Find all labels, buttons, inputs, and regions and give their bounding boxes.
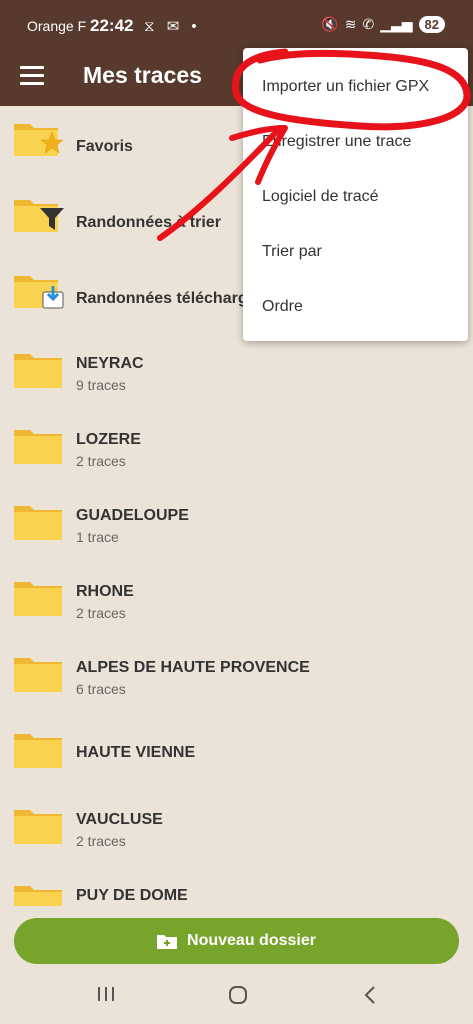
folder-count: 9 traces (76, 377, 126, 393)
overflow-menu: Importer un fichier GPX Enregistrer une … (243, 48, 468, 341)
folder-name: HAUTE VIENNE (76, 744, 196, 761)
folder-filter-icon (14, 200, 64, 232)
folder-name: RHONE (76, 583, 134, 600)
folder-icon (14, 430, 62, 464)
page-title: Mes traces (83, 62, 202, 88)
clock: 22:42 (90, 16, 134, 35)
folder-icon (14, 658, 62, 692)
menu-item-import-gpx[interactable]: Importer un fichier GPX (262, 78, 429, 96)
home-icon[interactable] (227, 984, 249, 1006)
menu-item-order[interactable]: Ordre (262, 298, 303, 316)
folder-icon (14, 506, 62, 540)
list-item[interactable]: GUADELOUPE 1 trace (0, 486, 473, 562)
folder-name: ALPES DE HAUTE PROVENCE (76, 659, 310, 676)
menu-item-tracing-software[interactable]: Logiciel de tracé (262, 188, 379, 206)
folder-name: Randonnées à trier (76, 214, 221, 231)
menu-item-sort-by[interactable]: Trier par (262, 243, 322, 261)
system-icons: 🔇 ≋ ✆ ▁▃▅ 82 (321, 16, 445, 33)
battery-indicator: 82 (418, 16, 445, 33)
folder-star-icon (14, 124, 64, 156)
list-item[interactable]: HAUTE VIENNE (0, 714, 473, 790)
list-item[interactable]: ALPES DE HAUTE PROVENCE 6 traces (0, 638, 473, 714)
folder-icon (14, 810, 62, 844)
folder-name: PUY DE DOME (76, 887, 188, 904)
folder-count: 1 trace (76, 529, 119, 545)
signal-icon: ▁▃▅ (380, 16, 413, 32)
list-item[interactable]: LOZERE 2 traces (0, 410, 473, 486)
wifi-icon: ≋ (344, 16, 357, 32)
system-nav-bar (0, 980, 473, 1016)
list-item[interactable]: VAUCLUSE 2 traces (0, 790, 473, 866)
carrier-label: Orange F (27, 18, 87, 34)
folder-name: LOZERE (76, 431, 141, 448)
folder-icon (14, 734, 62, 768)
back-icon[interactable] (362, 984, 378, 1006)
mute-icon: 🔇 (321, 16, 339, 32)
folder-name: GUADELOUPE (76, 507, 189, 524)
menu-item-record-trace[interactable]: Enregistrer une trace (262, 133, 411, 151)
folder-icon (14, 582, 62, 616)
folder-count: 6 traces (76, 681, 126, 697)
add-folder-icon (157, 935, 178, 949)
folder-download-icon (14, 276, 64, 309)
list-item[interactable]: NEYRAC 9 traces (0, 334, 473, 410)
list-item[interactable]: PUY DE DOME (0, 866, 473, 906)
notification-icons: ⧖ ✉ • (144, 18, 201, 35)
list-item[interactable]: RHONE 2 traces (0, 562, 473, 638)
bottom-area: Nouveau dossier (0, 906, 473, 1024)
folder-icon (14, 886, 62, 906)
new-folder-button[interactable]: Nouveau dossier (14, 918, 459, 964)
folder-name: VAUCLUSE (76, 811, 163, 828)
folder-name: NEYRAC (76, 355, 144, 372)
folder-count: 2 traces (76, 605, 126, 621)
call-icon: ✆ (362, 16, 375, 32)
folder-name: Favoris (76, 138, 133, 155)
recent-apps-icon[interactable] (96, 984, 116, 1004)
menu-icon[interactable] (20, 66, 44, 86)
folder-icon (14, 354, 62, 388)
new-folder-label: Nouveau dossier (187, 932, 316, 949)
folder-count: 2 traces (76, 453, 126, 469)
folder-count: 2 traces (76, 833, 126, 849)
